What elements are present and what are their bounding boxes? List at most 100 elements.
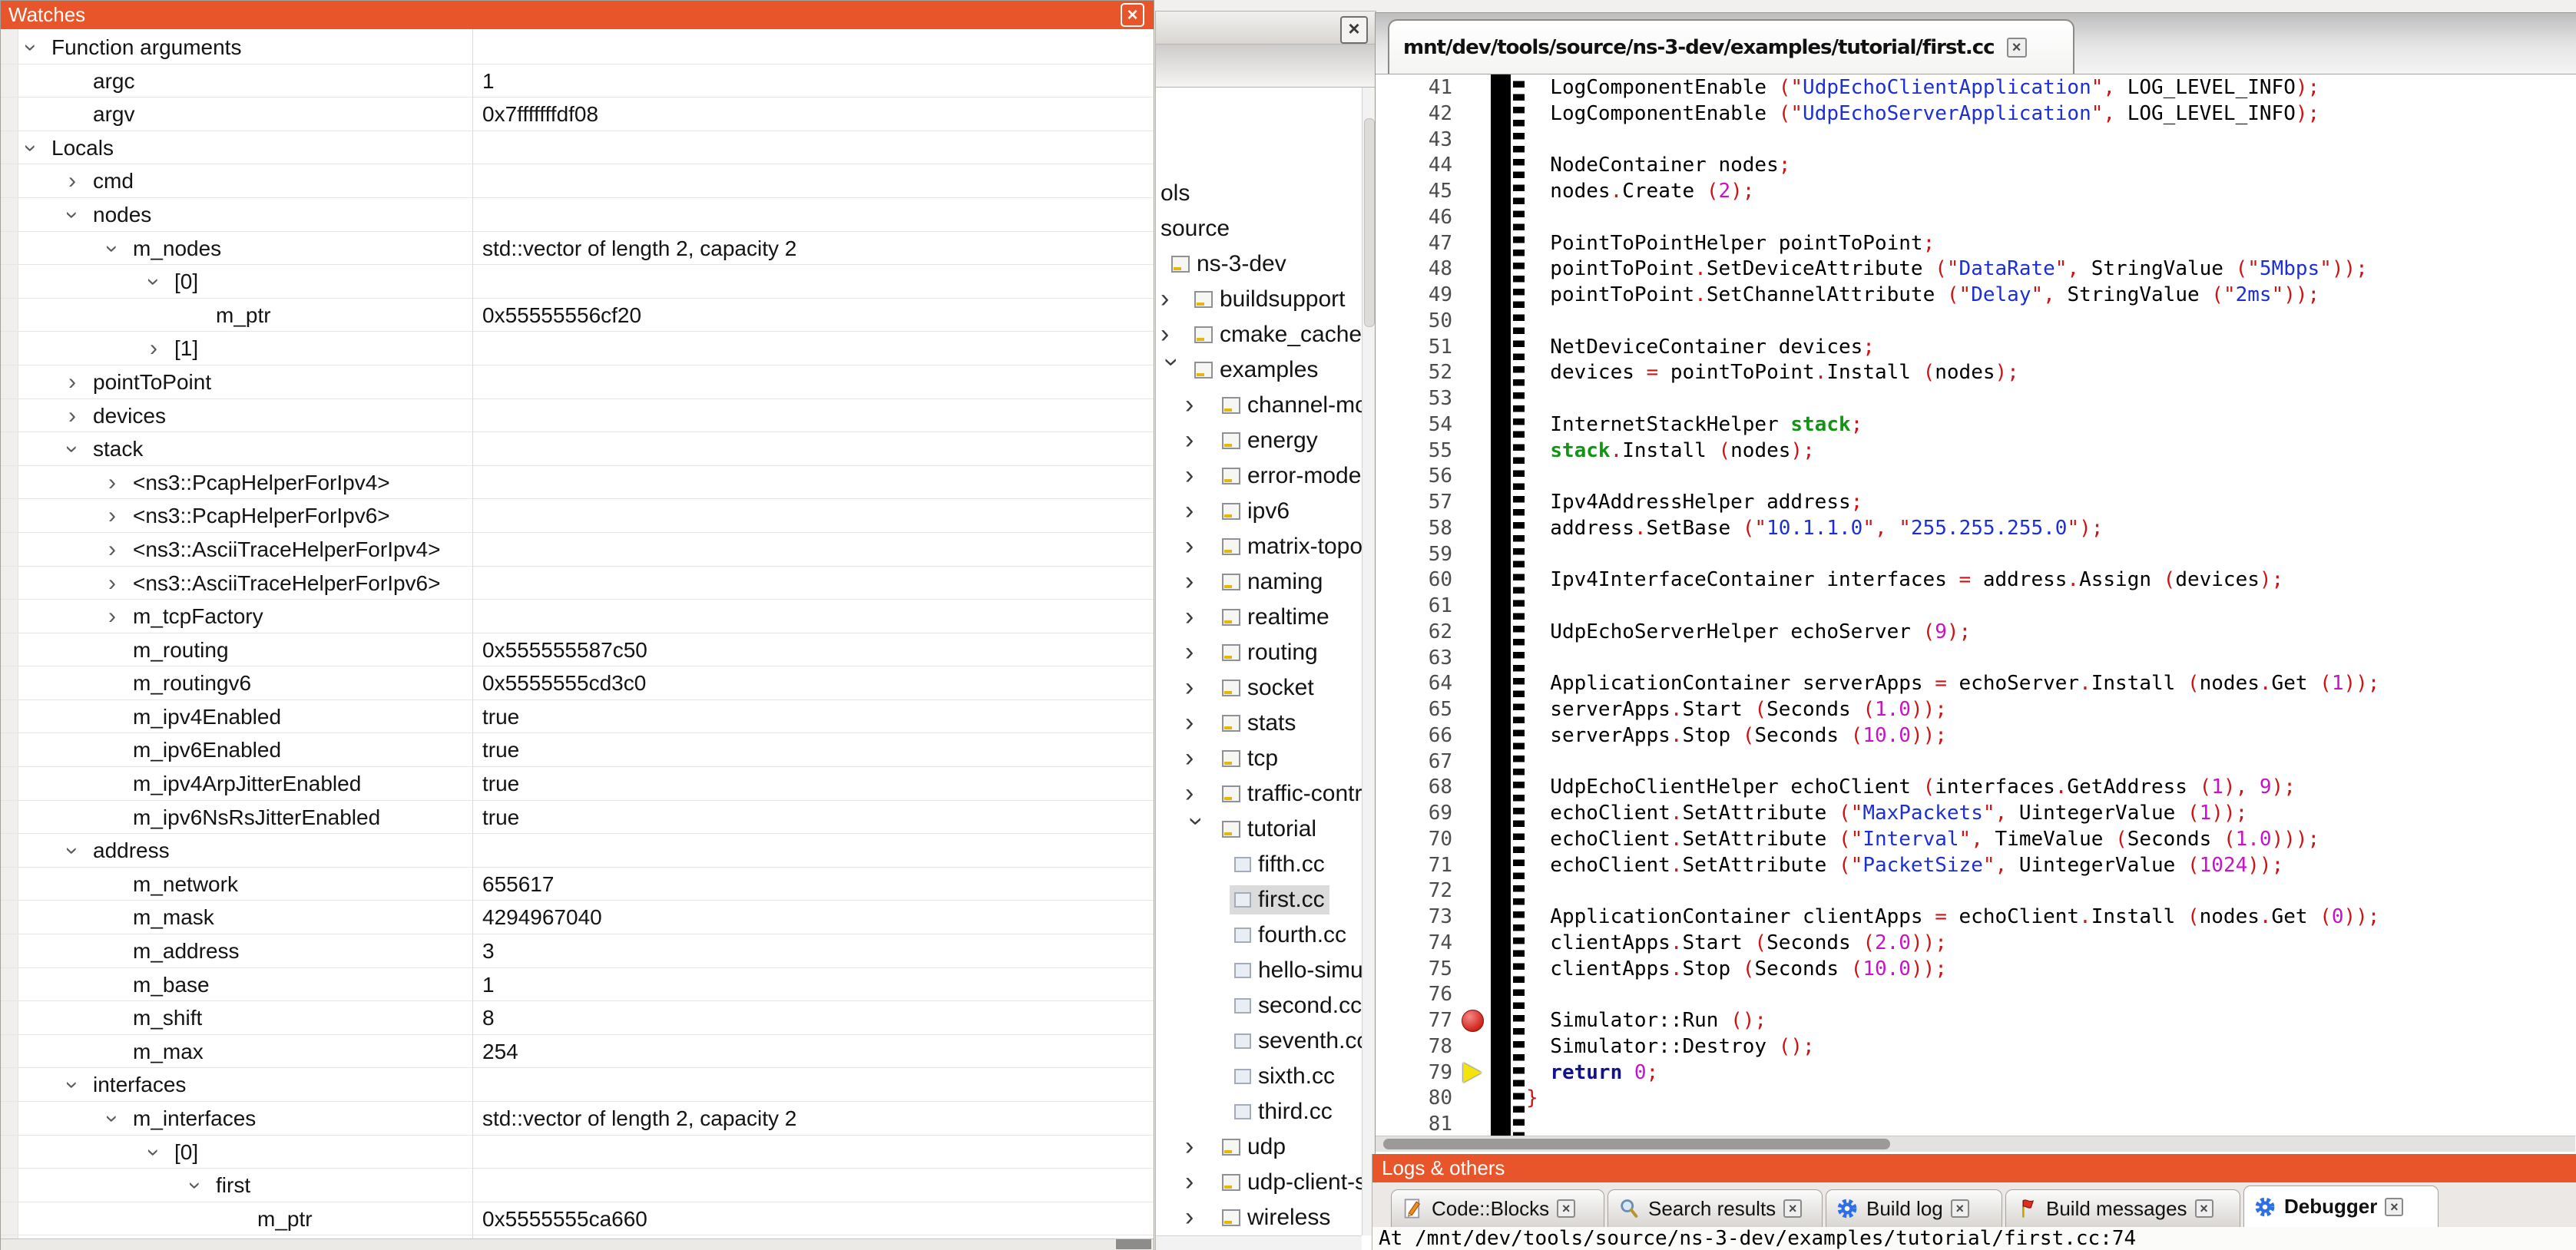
code-line-60[interactable]: 60 Ipv4InterfaceContainer interfaces = a… xyxy=(1376,567,2575,593)
tree-item-matrix-topology[interactable]: ›matrix-topology xyxy=(1156,529,1362,564)
line-number[interactable]: 52 xyxy=(1376,359,1452,385)
chevron-down-icon[interactable]: › xyxy=(57,436,88,462)
watch-row[interactable]: ›nodes xyxy=(1,198,1154,232)
tree-cell[interactable]: traffic-control xyxy=(1217,779,1362,809)
code-line-62[interactable]: 62 UdpEchoServerHelper echoServer (9); xyxy=(1376,619,2575,645)
code-line-59[interactable]: 59 xyxy=(1376,541,2575,567)
watch-row[interactable]: ›cmd xyxy=(1,164,1154,198)
line-number[interactable]: 71 xyxy=(1376,852,1452,878)
line-number[interactable]: 47 xyxy=(1376,230,1452,256)
tree-item-fourth-cc[interactable]: fourth.cc xyxy=(1156,918,1362,953)
line-number[interactable]: 74 xyxy=(1376,930,1452,956)
chevron-right-icon[interactable]: › xyxy=(1185,1165,1208,1199)
tree-cell[interactable]: buildsupport xyxy=(1190,285,1349,314)
code-line-52[interactable]: 52 devices = pointToPoint.Install (nodes… xyxy=(1376,359,2575,385)
line-number[interactable]: 76 xyxy=(1376,981,1452,1007)
chevron-down-icon[interactable]: › xyxy=(57,202,88,228)
tree-cell[interactable]: stats xyxy=(1217,709,1300,738)
watch-row[interactable]: m_base1 xyxy=(1,968,1154,1002)
code-line-47[interactable]: 47 PointToPointHelper pointToPoint; xyxy=(1376,230,2575,256)
tree-cell[interactable]: fifth.cc xyxy=(1230,850,1329,879)
code-line-68[interactable]: 68 UdpEchoClientHelper echoClient (inter… xyxy=(1376,774,2575,800)
logs-tab-build-messages[interactable]: Build messages× xyxy=(2005,1189,2240,1227)
tree-cell[interactable]: sixth.cc xyxy=(1230,1062,1339,1091)
chevron-down-icon[interactable]: › xyxy=(180,1172,210,1199)
line-number[interactable]: 61 xyxy=(1376,593,1452,619)
tree-item-ipv6[interactable]: ›ipv6 xyxy=(1156,494,1362,529)
watch-row[interactable]: ›<ns3::AsciiTraceHelperForIpv6> xyxy=(1,567,1154,600)
tree-cell[interactable]: seventh.cc xyxy=(1230,1027,1362,1056)
close-icon[interactable]: × xyxy=(1951,1199,1969,1218)
code-line-72[interactable]: 72 xyxy=(1376,878,2575,904)
line-number[interactable]: 48 xyxy=(1376,256,1452,282)
tree-cell[interactable]: tutorial xyxy=(1217,815,1321,844)
line-number[interactable]: 78 xyxy=(1376,1033,1452,1060)
close-icon[interactable]: × xyxy=(2385,1198,2403,1216)
chevron-down-icon[interactable]: › xyxy=(57,838,88,864)
watch-row[interactable]: ›Function arguments xyxy=(1,31,1154,64)
tree-cell[interactable]: channel-models xyxy=(1217,391,1362,420)
code-line-45[interactable]: 45 nodes.Create (2); xyxy=(1376,178,2575,204)
tree-cell[interactable]: error-model xyxy=(1217,461,1362,491)
line-number[interactable]: 77 xyxy=(1376,1007,1452,1033)
code-line-46[interactable]: 46 xyxy=(1376,204,2575,230)
code-line-54[interactable]: 54 InternetStackHelper stack; xyxy=(1376,412,2575,438)
watch-row[interactable]: ›[0] xyxy=(1,1136,1154,1169)
line-number[interactable]: 63 xyxy=(1376,645,1452,671)
chevron-right-icon[interactable]: › xyxy=(141,333,167,364)
editor-scrollbar-thumb[interactable] xyxy=(1383,1139,1890,1149)
chevron-right-icon[interactable]: › xyxy=(1185,529,1208,563)
code-line-64[interactable]: 64 ApplicationContainer serverApps = ech… xyxy=(1376,670,2575,696)
chevron-down-icon[interactable]: › xyxy=(97,1106,127,1132)
tree-cell[interactable]: cmake_cache xyxy=(1190,320,1362,349)
code-line-79[interactable]: 79 return 0; xyxy=(1376,1060,2575,1086)
editor-tab-first-cc[interactable]: mnt/dev/tools/source/ns-3-dev/examples/t… xyxy=(1388,19,2074,74)
management-caption-bar[interactable]: × xyxy=(1156,12,1376,45)
close-icon[interactable]: × xyxy=(2195,1199,2213,1218)
tree-item-fifth-cc[interactable]: fifth.cc xyxy=(1156,847,1362,882)
tree-cell[interactable]: fourth.cc xyxy=(1230,921,1351,950)
chevron-down-icon[interactable]: › xyxy=(138,1139,169,1166)
chevron-right-icon[interactable]: › xyxy=(1185,388,1208,422)
code-line-57[interactable]: 57 Ipv4AddressHelper address; xyxy=(1376,489,2575,515)
line-number[interactable]: 64 xyxy=(1376,670,1452,696)
line-number[interactable]: 62 xyxy=(1376,619,1452,645)
line-number[interactable]: 51 xyxy=(1376,334,1452,360)
code-line-58[interactable]: 58 address.SetBase ("10.1.1.0", "255.255… xyxy=(1376,515,2575,541)
chevron-down-icon[interactable]: › xyxy=(1180,817,1214,840)
close-icon[interactable]: × xyxy=(2007,38,2027,58)
line-number[interactable]: 65 xyxy=(1376,696,1452,723)
code-line-48[interactable]: 48 pointToPoint.SetDeviceAttribute ("Dat… xyxy=(1376,256,2575,282)
logs-tab-build-log[interactable]: Build log× xyxy=(1826,1189,2002,1227)
watch-row[interactable]: ›[1] xyxy=(1,332,1154,365)
line-number[interactable]: 53 xyxy=(1376,385,1452,412)
watch-row[interactable]: m_address3 xyxy=(1,934,1154,968)
tree-item-channel-models[interactable]: › channel-models xyxy=(1156,388,1362,423)
chevron-right-icon[interactable]: › xyxy=(1185,494,1208,527)
chevron-down-icon[interactable]: › xyxy=(15,135,46,161)
line-number[interactable]: 75 xyxy=(1376,956,1452,982)
code-line-65[interactable]: 65 serverApps.Start (Seconds (1.0)); xyxy=(1376,696,2575,723)
line-number[interactable]: 58 xyxy=(1376,515,1452,541)
tree-item-udp[interactable]: ›udp xyxy=(1156,1129,1362,1165)
tree-item-second-cc[interactable]: second.cc xyxy=(1156,988,1362,1023)
chevron-right-icon[interactable]: › xyxy=(1185,741,1208,775)
tree-item-error-model[interactable]: ›error-model xyxy=(1156,458,1362,494)
code-line-67[interactable]: 67 xyxy=(1376,749,2575,775)
line-number[interactable]: 79 xyxy=(1376,1060,1452,1086)
line-number[interactable]: 50 xyxy=(1376,308,1452,334)
tree-item-stats[interactable]: ›stats xyxy=(1156,706,1362,741)
line-number[interactable]: 81 xyxy=(1376,1111,1452,1136)
close-icon[interactable]: × xyxy=(1121,3,1144,27)
close-icon[interactable]: × xyxy=(1557,1199,1575,1218)
tree-item-ols[interactable]: ols xyxy=(1156,176,1362,211)
chevron-right-icon[interactable]: › xyxy=(99,468,125,498)
tree-cell[interactable]: tcp xyxy=(1217,744,1283,773)
logs-tab-search-results[interactable]: Search results× xyxy=(1608,1189,1823,1227)
editor-horizontal-scrollbar[interactable] xyxy=(1376,1136,2575,1152)
watch-row[interactable]: m_ipv4Enabledtrue xyxy=(1,700,1154,734)
watch-row[interactable]: m_routing0x555555587c50 xyxy=(1,633,1154,667)
line-number[interactable]: 41 xyxy=(1376,74,1452,101)
line-number[interactable]: 46 xyxy=(1376,204,1452,230)
code-line-73[interactable]: 73 ApplicationContainer clientApps = ech… xyxy=(1376,904,2575,930)
